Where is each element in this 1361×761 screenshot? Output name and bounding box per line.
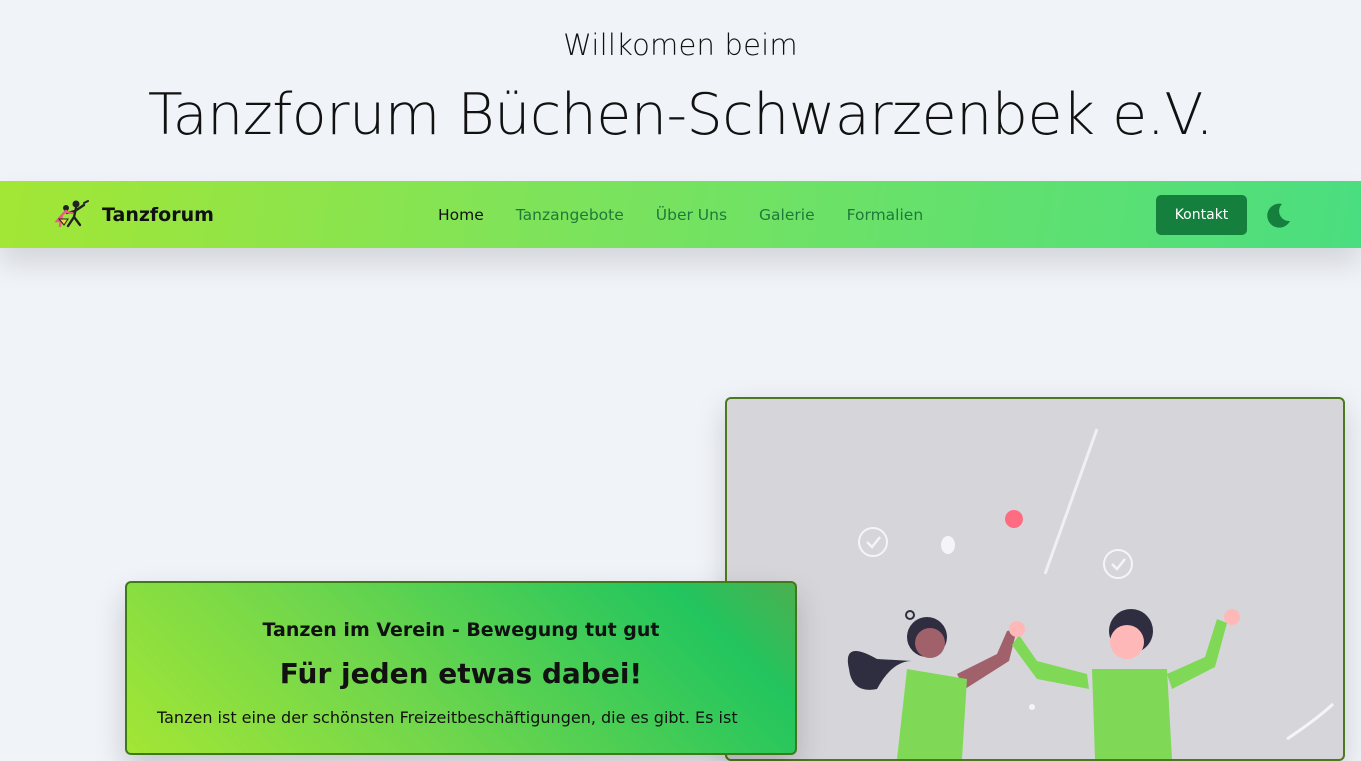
- man-dancer: [1009, 609, 1240, 759]
- nav-link-formalien[interactable]: Formalien: [847, 206, 924, 224]
- feature-kicker: Tanzen im Verein - Bewegung tut gut: [262, 619, 660, 641]
- dancing-couple-illustration: [847, 428, 1335, 759]
- brand-link[interactable]: Tanzforum: [54, 199, 214, 231]
- check-icon: [858, 527, 888, 557]
- contact-button[interactable]: Kontakt: [1156, 195, 1247, 235]
- feature-text: Tanzen ist eine der schönsten Freizeitbe…: [157, 708, 738, 727]
- nav-link-tanzangebote[interactable]: Tanzangebote: [516, 206, 624, 224]
- feature-card: Tanzen im Verein - Bewegung tut gut Für …: [125, 581, 797, 755]
- feature-title: Für jeden etwas dabei!: [279, 657, 643, 690]
- hero-illustration-card: [725, 397, 1345, 761]
- moon-icon[interactable]: [1264, 201, 1292, 229]
- hero-title: Tanzforum Büchen-Schwarzenbek e.V.: [147, 82, 1214, 148]
- hero-header: Willkomen beim Tanzforum Büchen-Schwarze…: [0, 0, 1361, 181]
- check-icon: [1103, 549, 1133, 579]
- nav-link-ueber-uns[interactable]: Über Uns: [656, 206, 727, 224]
- woman-dancer: [847, 610, 1017, 759]
- hero-subtitle: Willkomen beim: [563, 28, 798, 62]
- nav-link-home[interactable]: Home: [438, 206, 484, 224]
- brand-name: Tanzforum: [102, 204, 214, 226]
- dancers-logo-icon: [54, 200, 89, 228]
- nav-links: Home Tanzangebote Über Uns Galerie Forma…: [438, 181, 923, 248]
- nav-link-galerie[interactable]: Galerie: [759, 206, 815, 224]
